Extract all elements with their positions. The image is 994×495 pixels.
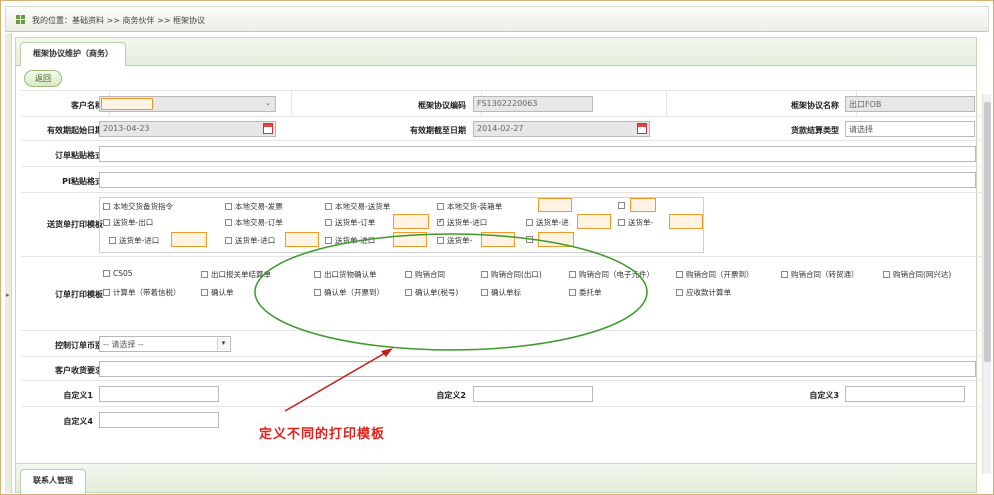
delivery-template-option[interactable]: 本地交易-送货单 [325,201,390,212]
vertical-scrollbar[interactable] [982,94,991,474]
custom1-field[interactable] [99,386,219,402]
grid-icon [16,15,25,24]
order-paste-format-label: 订单粘贴格式 [55,151,103,160]
delivery-template-option[interactable]: 送货单-进口 [325,235,375,246]
order-template-option[interactable]: 出口货物确认单 [314,269,377,280]
custom4-label: 自定义4 [63,417,93,426]
order-template-option[interactable]: 确认单 [201,287,234,298]
framework-code-field[interactable]: FS1302220063 [473,96,593,112]
start-date-value: 2013-04-23 [103,124,150,133]
row-requirements: 客户收货要求 [21,357,981,381]
tab-strip: 框架协议维护（商务） [16,38,976,66]
delivery-template-option[interactable]: 送货单-出口 [103,217,153,228]
order-template-option[interactable]: 确认单（开票到） [314,287,384,298]
delivery-template-option[interactable]: 本地交货-装箱单 [437,201,502,212]
end-date-label: 有效期截至日期 [410,126,466,135]
settlement-type-select[interactable]: 请选择 [845,121,975,137]
framework-name-label: 框架协议名称 [791,101,839,110]
calendar-icon[interactable] [637,123,647,134]
delivery-template-option[interactable]: 送货单-进口 [225,235,275,246]
row-order-templates: 订单打印模板 CS05 出口报关单结算单 出口货物确认单 购销合同 购销合同(出… [21,257,981,331]
custom4-field[interactable] [99,412,219,428]
contacts-panel: 联系人管理 [15,463,977,494]
custom3-field[interactable] [845,386,965,402]
custom1-label: 自定义1 [63,391,93,400]
customer-name-label: 客户名称 [71,101,103,110]
start-date-field[interactable]: 2013-04-23 [99,121,276,137]
row-delivery-templates: 送货单打印模板 本地交货备货指令 本地交易-发票 本地交易-送货单 本地交货-装… [21,193,981,257]
delivery-template-option[interactable]: 本地交货备货指令 [103,201,173,212]
order-template-option[interactable]: 购销合同(出口) [481,269,542,280]
delivery-template-option[interactable]: 送货单-进口 [109,235,159,246]
delivery-print-template-label: 送货单打印模板 [47,220,103,229]
delivery-template-option[interactable]: 送货单- [618,217,653,228]
breadcrumb-text: 我的位置：基础资料 >> 商务伙伴 >> 框架协议 [32,16,205,25]
main-panel: 框架协议维护（商务） 返回 客户名称 ⌄ 框架协议编码 FS1302220063… [15,37,991,493]
app-frame: 我的位置：基础资料 >> 商务伙伴 >> 框架协议 ▸ 框架协议维护（商务） 返… [0,0,994,495]
delivery-template-option[interactable] [526,235,536,244]
chevron-down-icon: ▾ [217,338,229,350]
custom3-label: 自定义3 [809,391,839,400]
custom2-field[interactable] [473,386,593,402]
delivery-template-option[interactable] [618,201,628,210]
order-template-option[interactable]: 购销合同（转贸通） [781,269,859,280]
customer-name-select[interactable]: ⌄ [99,96,276,112]
row-pi-format: PI粘贴格式 [21,167,981,193]
order-template-option[interactable]: 计算单（带着信税） [103,287,181,298]
order-template-option[interactable]: 购销合同（电子元件） [569,269,654,280]
row-customer: 客户名称 ⌄ 框架协议编码 FS1302220063 框架协议名称 出口FOB [21,91,981,117]
framework-name-field[interactable]: 出口FOB [845,96,975,112]
highlight-box [101,98,153,110]
order-template-option[interactable]: 确认单标 [481,287,521,298]
arrow-right-icon: ▸ [6,291,10,299]
order-template-option[interactable]: 出口报关单结算单 [201,269,271,280]
order-print-template-label: 订单打印模板 [55,290,103,299]
framework-form: 客户名称 ⌄ 框架协议编码 FS1302220063 框架协议名称 出口FOB … [21,90,981,482]
back-button[interactable]: 返回 [24,70,62,87]
collapse-sidebar[interactable]: ▸ [5,33,12,493]
pi-paste-format-label: PI粘贴格式 [62,177,103,186]
order-template-option[interactable]: 购销合同（开票到） [676,269,754,280]
order-template-option[interactable]: 应收款计算单 [676,287,731,298]
control-order-type-label: 控制订单币别 [55,341,103,350]
row-dates: 有效期起始日期 2013-04-23 有效期截至日期 2014-02-27 货款… [21,117,981,141]
order-template-option[interactable]: 购销合同(网兴达) [883,269,951,280]
delivery-template-option[interactable]: 送货单- [437,235,472,246]
toolbar: 返回 [16,67,976,89]
calendar-icon[interactable] [263,123,273,134]
row-order-format: 订单粘贴格式 [21,141,981,167]
customer-requirements-label: 客户收货要求 [55,366,103,375]
framework-code-label: 框架协议编码 [418,101,466,110]
delivery-template-option[interactable]: 送货单-进口 [437,217,487,228]
chevron-down-icon: ⌄ [262,98,274,110]
delivery-template-option[interactable]: 送货单-进 [526,217,569,228]
control-order-type-select[interactable]: -- 请选择 -- ▾ [99,336,231,352]
order-paste-format-field[interactable] [99,146,976,162]
control-order-type-value: -- 请选择 -- [103,340,144,349]
start-date-label: 有效期起始日期 [47,126,103,135]
tab-contacts[interactable]: 联系人管理 [20,469,86,494]
custom2-label: 自定义2 [436,391,466,400]
order-template-option[interactable]: 确认单(税号) [405,287,458,298]
settlement-type-label: 货款结算类型 [791,126,839,135]
row-custom: 自定义1 自定义2 自定义3 [21,381,981,407]
delivery-template-option[interactable]: 本地交易-订单 [225,217,283,228]
customer-requirements-field[interactable] [99,361,976,377]
row-currency: 控制订单币别 -- 请选择 -- ▾ [21,331,981,357]
order-template-option[interactable]: 购销合同 [405,269,445,280]
breadcrumb: 我的位置：基础资料 >> 商务伙伴 >> 框架协议 [5,6,989,32]
order-template-option[interactable]: 委托单 [569,287,602,298]
delivery-template-option[interactable]: 送货单-订单 [325,217,375,228]
row-custom4: 自定义4 [21,407,981,433]
scrollbar-thumb[interactable] [984,102,991,362]
tab-framework-maintenance[interactable]: 框架协议维护（商务） [20,42,126,66]
order-template-option[interactable]: CS05 [103,269,133,278]
annotation-text: 定义不同的打印模板 [259,427,386,442]
end-date-value: 2014-02-27 [477,124,524,133]
pi-paste-format-field[interactable] [99,172,976,188]
end-date-field[interactable]: 2014-02-27 [473,121,650,137]
delivery-template-option[interactable]: 本地交易-发票 [225,201,283,212]
